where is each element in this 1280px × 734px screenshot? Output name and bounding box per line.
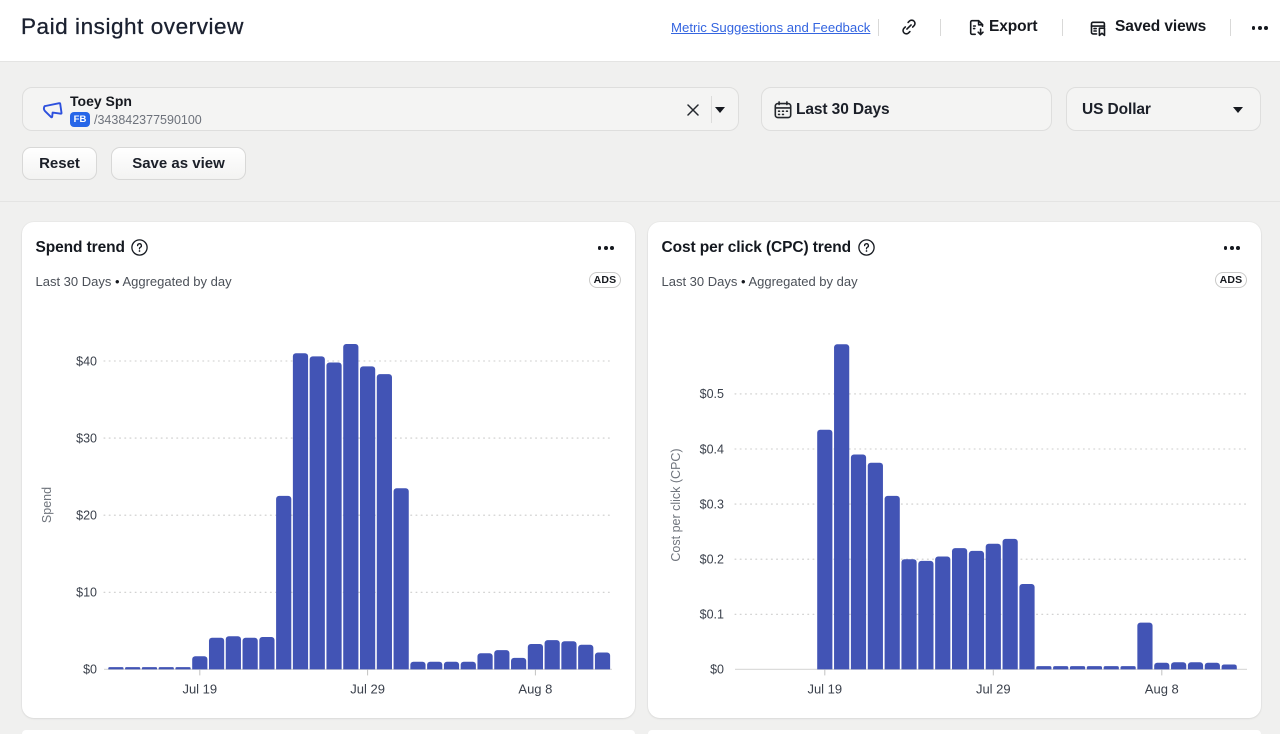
svg-text:$0.2: $0.2 <box>700 553 724 567</box>
svg-text:$0.4: $0.4 <box>700 442 724 456</box>
svg-text:$10: $10 <box>76 586 97 600</box>
svg-text:$30: $30 <box>76 431 97 445</box>
svg-text:Jul 29: Jul 29 <box>350 681 385 696</box>
svg-text:Jul 19: Jul 19 <box>807 681 842 696</box>
svg-text:Cost per click (CPC): Cost per click (CPC) <box>669 448 683 561</box>
svg-text:$0.1: $0.1 <box>700 608 724 622</box>
svg-text:Spend: Spend <box>40 487 54 523</box>
svg-text:Aug 8: Aug 8 <box>518 681 552 696</box>
svg-text:Aug 8: Aug 8 <box>1145 681 1179 696</box>
svg-text:$40: $40 <box>76 354 97 368</box>
svg-text:Jul 19: Jul 19 <box>182 681 217 696</box>
svg-text:$0.5: $0.5 <box>700 387 724 401</box>
svg-text:Jul 29: Jul 29 <box>976 681 1011 696</box>
svg-text:$20: $20 <box>76 509 97 523</box>
svg-text:$0: $0 <box>83 663 97 677</box>
svg-text:$0: $0 <box>710 663 724 677</box>
svg-text:$0.3: $0.3 <box>700 497 724 511</box>
